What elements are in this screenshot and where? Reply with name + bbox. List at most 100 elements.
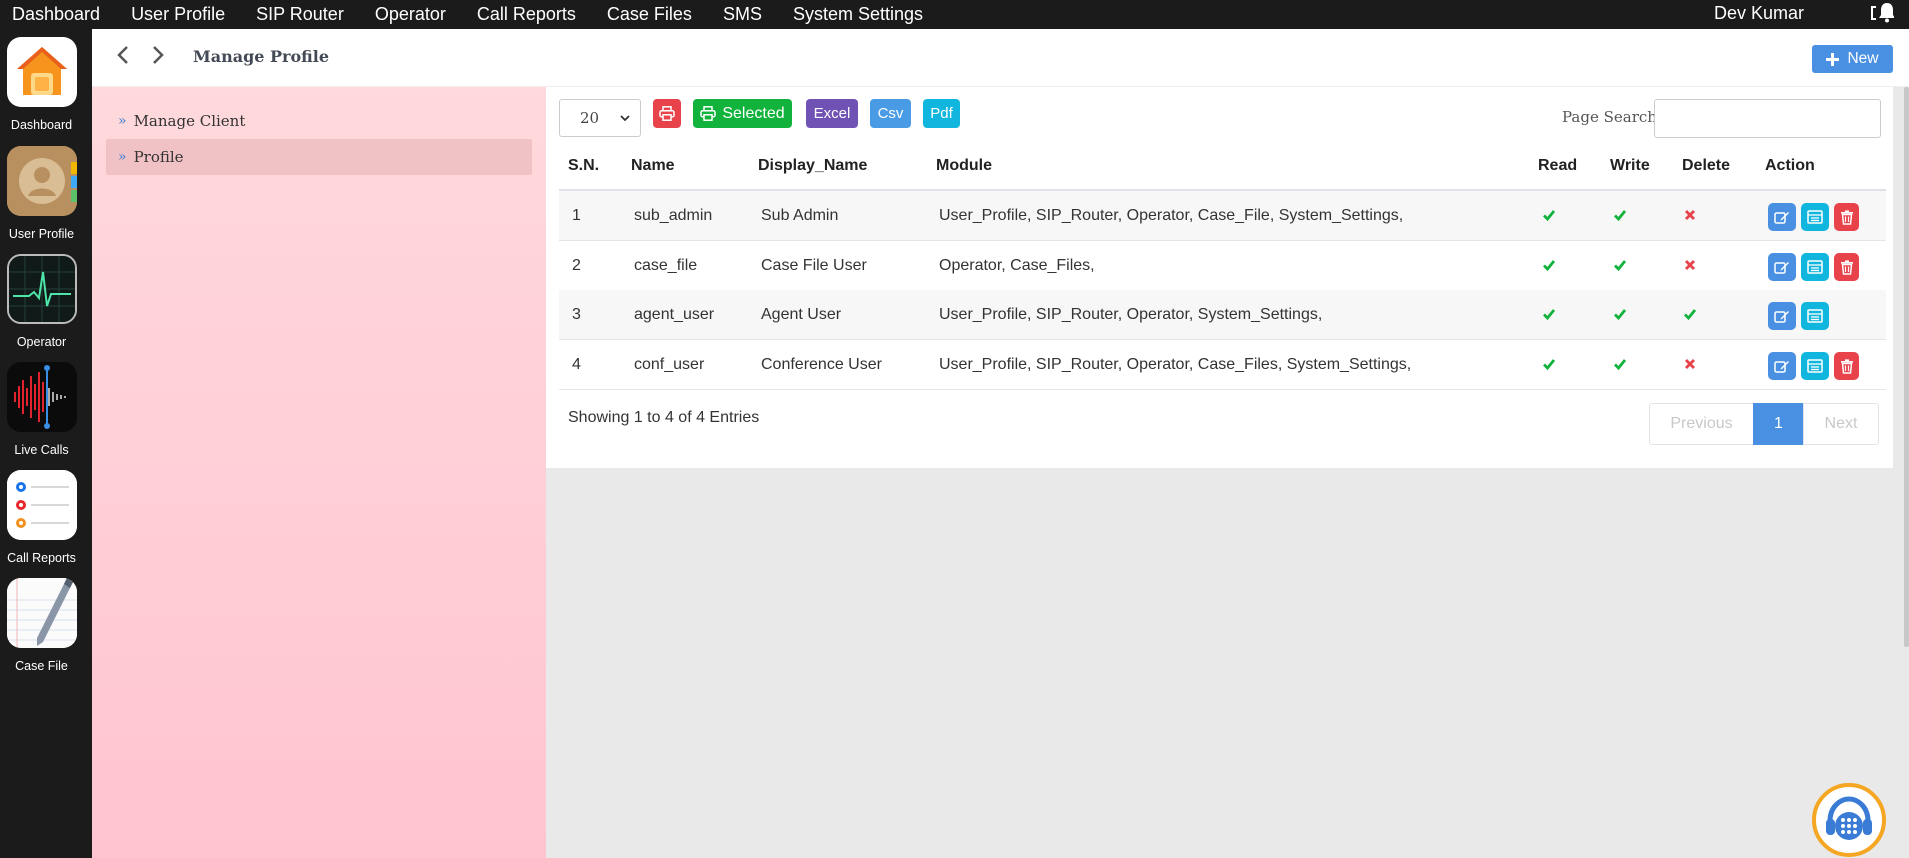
menu-item-manage-client[interactable]: » Manage Client xyxy=(106,103,532,139)
check-icon xyxy=(1542,357,1556,371)
plus-icon xyxy=(1826,52,1840,66)
delete-button[interactable] xyxy=(1834,203,1859,231)
cell-module: User_Profile, SIP_Router, Operator, Case… xyxy=(939,207,1404,224)
nav-system-settings[interactable]: System Settings xyxy=(793,4,923,25)
check-icon xyxy=(1613,307,1627,321)
col-header-name[interactable]: Name xyxy=(631,157,675,175)
printer-icon xyxy=(700,106,717,121)
dock-label: User Profile xyxy=(8,227,75,241)
cell-sn: 2 xyxy=(572,257,581,274)
pagination-next[interactable]: Next xyxy=(1803,403,1879,445)
nav-case-files[interactable]: Case Files xyxy=(607,4,692,25)
cell-name: agent_user xyxy=(634,306,715,323)
page-scrollbar[interactable] xyxy=(1904,87,1909,647)
table-row: 2 case_file Case File User Operator, Case_F… xyxy=(559,241,1886,291)
edit-button[interactable] xyxy=(1768,352,1796,380)
nav-sip-router[interactable]: SIP Router xyxy=(256,4,344,25)
page-search-input[interactable] xyxy=(1654,99,1881,138)
table-row: 3 agent_user Agent User User_Profile, SIP_R… xyxy=(559,290,1886,340)
cell-sn: 4 xyxy=(572,356,581,373)
table-row: 1 sub_admin Sub Admin User_Profile, SIP_Rou… xyxy=(559,191,1886,241)
menu-item-profile[interactable]: » Profile xyxy=(106,139,532,175)
selected-label: Selected xyxy=(722,104,785,122)
table-row: 4 conf_user Conference User User_Profile, S… xyxy=(559,340,1886,390)
bell-icon[interactable] xyxy=(1870,2,1894,24)
dock-item-user-profile[interactable]: User Profile xyxy=(0,146,83,241)
pdf-export-button[interactable]: Pdf xyxy=(923,99,960,128)
edit-button[interactable] xyxy=(1768,203,1796,231)
double-chevron-right-icon: » xyxy=(118,113,127,129)
dock-label: Case File xyxy=(15,659,68,673)
list-view-icon xyxy=(1807,359,1823,373)
col-header-delete[interactable]: Delete xyxy=(1682,157,1730,175)
dock-item-live-calls[interactable]: Live Calls xyxy=(0,362,83,457)
monitor-icon xyxy=(6,254,77,324)
excel-export-button[interactable]: Excel xyxy=(806,99,858,128)
dock-item-case-file[interactable]: Case File xyxy=(0,578,83,673)
chevron-left-icon[interactable] xyxy=(116,44,130,66)
list-view-icon xyxy=(1807,309,1823,323)
delete-button[interactable] xyxy=(1834,253,1859,281)
check-icon xyxy=(1613,258,1627,272)
cell-sn: 3 xyxy=(572,306,581,323)
trash-icon xyxy=(1840,358,1854,374)
edit-button[interactable] xyxy=(1768,302,1796,330)
menu-item-label: Profile xyxy=(133,148,184,166)
cell-display-name: Case File User xyxy=(761,257,867,274)
page-search-label: Page Search: xyxy=(1562,108,1662,126)
cell-name: case_file xyxy=(634,257,698,274)
csv-export-button[interactable]: Csv xyxy=(870,99,911,128)
cell-display-name: Conference User xyxy=(761,356,882,373)
col-header-write[interactable]: Write xyxy=(1610,157,1650,175)
col-header-display-name[interactable]: Display_Name xyxy=(758,157,867,175)
col-header-sn[interactable]: S.N. xyxy=(568,157,599,175)
page-title: Manage Profile xyxy=(193,47,330,66)
nav-call-reports[interactable]: Call Reports xyxy=(477,4,576,25)
check-icon xyxy=(1613,208,1627,222)
print-button[interactable] xyxy=(653,99,681,128)
menu-item-label: Manage Client xyxy=(133,112,246,130)
check-icon xyxy=(1683,307,1697,321)
reminders-icon xyxy=(6,470,77,540)
app-dock: Dashboard User Profile Operator Live Cal… xyxy=(0,29,92,858)
view-button[interactable] xyxy=(1801,203,1829,231)
dock-item-dashboard[interactable]: Dashboard xyxy=(0,37,83,132)
top-nav-menu: Dashboard User Profile SIP Router Operat… xyxy=(0,0,942,29)
new-button[interactable]: New xyxy=(1812,45,1893,73)
nav-user-profile[interactable]: User Profile xyxy=(131,4,225,25)
pagination-previous[interactable]: Previous xyxy=(1649,403,1754,445)
cell-module: User_Profile, SIP_Router, Operator, Syst… xyxy=(939,306,1323,323)
trash-icon xyxy=(1840,209,1854,225)
dock-item-operator[interactable]: Operator xyxy=(0,254,83,349)
nav-dashboard[interactable]: Dashboard xyxy=(12,4,100,25)
list-view-icon xyxy=(1807,210,1823,224)
support-widget-button[interactable] xyxy=(1812,783,1886,857)
col-header-read[interactable]: Read xyxy=(1538,157,1577,175)
view-button[interactable] xyxy=(1801,253,1829,281)
dock-label: Live Calls xyxy=(14,443,69,457)
chevron-right-icon[interactable] xyxy=(151,44,165,66)
delete-button[interactable] xyxy=(1834,352,1859,380)
cross-icon xyxy=(1683,357,1697,371)
page-size-value: 20 xyxy=(580,109,600,127)
nav-operator[interactable]: Operator xyxy=(375,4,446,25)
view-button[interactable] xyxy=(1801,352,1829,380)
headset-icon xyxy=(1826,796,1872,840)
trash-icon xyxy=(1840,259,1854,275)
user-name[interactable]: Dev Kumar xyxy=(1714,3,1804,24)
page-size-select[interactable]: 20 xyxy=(559,99,641,137)
view-button[interactable] xyxy=(1801,302,1829,330)
nav-sms[interactable]: SMS xyxy=(723,4,762,25)
edit-button[interactable] xyxy=(1768,253,1796,281)
edit-icon xyxy=(1774,359,1790,374)
contacts-icon xyxy=(6,146,77,216)
dock-label: Call Reports xyxy=(7,551,76,565)
cell-name: conf_user xyxy=(634,356,705,373)
left-menu-panel: » Manage Client » Profile xyxy=(92,87,546,858)
dock-item-call-reports[interactable]: Call Reports xyxy=(0,470,83,565)
cell-module: User_Profile, SIP_Router, Operator, Case… xyxy=(939,356,1412,373)
pagination-page-1[interactable]: 1 xyxy=(1753,403,1804,445)
print-selected-button[interactable]: Selected xyxy=(693,99,792,128)
col-header-action[interactable]: Action xyxy=(1765,157,1815,175)
col-header-module[interactable]: Module xyxy=(936,157,992,175)
